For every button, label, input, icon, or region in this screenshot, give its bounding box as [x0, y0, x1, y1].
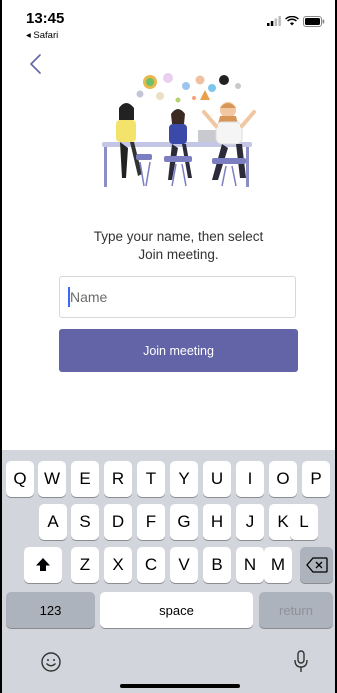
- key-t[interactable]: T: [137, 461, 165, 497]
- keyboard-row-3: Z X C V B N M: [2, 547, 335, 583]
- home-indicator[interactable]: [120, 684, 240, 688]
- key-u[interactable]: U: [203, 461, 231, 497]
- back-to-safari-link[interactable]: ◂ Safari: [26, 30, 58, 41]
- app-screen: 13:45 ◂ Safari Type your name, then sele…: [2, 0, 335, 693]
- key-p[interactable]: P: [302, 461, 330, 497]
- keyboard-row-4: 123 space return: [2, 592, 335, 628]
- on-screen-keyboard: Q W E R T Y U I O P A S D F G H J K L Z …: [2, 450, 335, 693]
- emoji-icon[interactable]: [40, 651, 62, 673]
- delete-key[interactable]: [300, 547, 333, 583]
- key-a[interactable]: A: [39, 504, 67, 540]
- key-n[interactable]: N: [236, 547, 264, 583]
- microphone-icon[interactable]: [293, 649, 309, 675]
- shift-key[interactable]: [24, 547, 62, 583]
- key-q[interactable]: Q: [6, 461, 34, 497]
- join-instructions: Type your name, then select Join meeting…: [42, 228, 315, 264]
- shift-arrow-icon: [36, 558, 50, 571]
- key-j[interactable]: J: [236, 504, 264, 540]
- key-c[interactable]: C: [137, 547, 165, 583]
- key-h[interactable]: H: [203, 504, 231, 540]
- key-b[interactable]: B: [203, 547, 231, 583]
- key-f[interactable]: F: [137, 504, 165, 540]
- instructions-line-1: Type your name, then select: [93, 229, 264, 244]
- key-l[interactable]: L: [290, 504, 318, 540]
- key-x[interactable]: X: [104, 547, 132, 583]
- name-input[interactable]: [59, 276, 296, 318]
- battery-icon: [303, 15, 325, 27]
- key-g[interactable]: G: [170, 504, 198, 540]
- key-s[interactable]: S: [71, 504, 99, 540]
- people-meeting-illustration: [102, 73, 256, 187]
- key-y[interactable]: Y: [170, 461, 198, 497]
- key-o[interactable]: O: [269, 461, 297, 497]
- backspace-icon: [305, 557, 328, 573]
- key-m[interactable]: M: [264, 547, 292, 583]
- keyboard-row-1: Q W E R T Y U I O P: [2, 461, 335, 497]
- key-v[interactable]: V: [170, 547, 198, 583]
- wifi-icon: [285, 16, 299, 26]
- signal-icon: [267, 16, 281, 26]
- status-icons: [267, 14, 325, 28]
- keyboard-row-2: A S D F G H J K L: [2, 504, 335, 540]
- instructions-line-2: Join meeting.: [138, 247, 219, 262]
- status-time: 13:45: [26, 10, 65, 27]
- chevron-left-icon[interactable]: [26, 52, 46, 76]
- return-key[interactable]: return: [259, 592, 333, 628]
- key-w[interactable]: W: [38, 461, 66, 497]
- key-d[interactable]: D: [104, 504, 132, 540]
- key-r[interactable]: R: [104, 461, 132, 497]
- join-meeting-button[interactable]: Join meeting: [59, 329, 298, 372]
- space-key[interactable]: space: [100, 592, 253, 628]
- key-i[interactable]: I: [236, 461, 264, 497]
- key-e[interactable]: E: [71, 461, 99, 497]
- text-caret: [68, 287, 70, 307]
- key-z[interactable]: Z: [71, 547, 99, 583]
- numbers-key[interactable]: 123: [6, 592, 95, 628]
